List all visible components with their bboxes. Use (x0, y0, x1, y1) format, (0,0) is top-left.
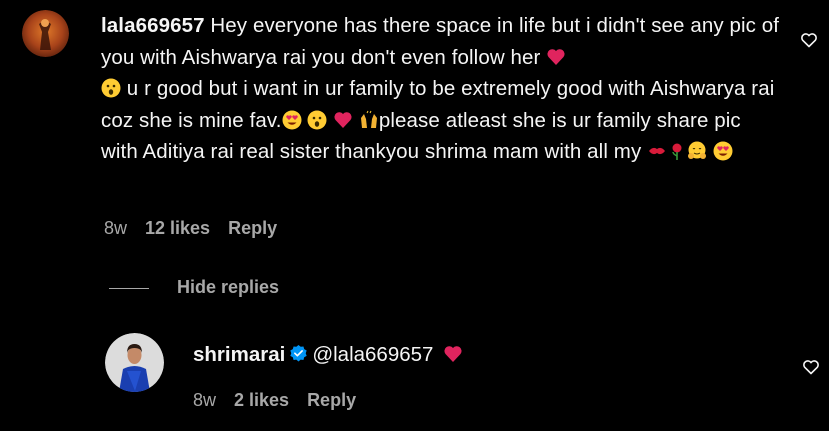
heart-eyes-emoji-icon (282, 110, 301, 130)
comment-body: lala669657 Hey everyone has there space … (101, 10, 781, 168)
comment-timestamp: 8w (104, 218, 128, 238)
commenter-avatar[interactable] (22, 10, 69, 57)
astonished-face-emoji-icon (101, 78, 121, 98)
red-heart-emoji-icon (334, 111, 352, 128)
hugging-face-emoji-icon (688, 141, 707, 160)
replier-avatar[interactable] (105, 333, 164, 392)
reply-timestamp: 8w (193, 390, 217, 410)
heart-eyes-emoji-icon (713, 141, 733, 161)
reply-mention-link[interactable]: @lala669657 (312, 343, 433, 366)
kiss-lips-emoji-icon (649, 148, 666, 155)
comment-like-heart-icon[interactable] (800, 31, 818, 49)
comment-username[interactable]: lala669657 (101, 14, 205, 37)
reply-body: shrimarai @lala669657 (193, 343, 463, 367)
thread-divider-line (109, 288, 149, 289)
reply-likes-count[interactable]: 2 likes (234, 390, 289, 410)
astonished-face-emoji-icon (307, 110, 327, 130)
verified-badge-icon (290, 344, 307, 362)
reply-meta: 8w 2 likes Reply (193, 390, 374, 411)
red-heart-emoji-icon (444, 346, 462, 362)
comment-reply-button[interactable]: Reply (228, 218, 277, 238)
comment-likes-count[interactable]: 12 likes (145, 218, 210, 238)
hide-replies-button[interactable]: Hide replies (177, 277, 279, 298)
rose-emoji-icon (672, 143, 682, 161)
reply-like-heart-icon[interactable] (802, 358, 820, 376)
comment-meta: 8w 12 likes Reply (104, 218, 295, 239)
red-heart-emoji-icon (547, 48, 565, 65)
reply-reply-button[interactable]: Reply (307, 390, 356, 410)
reply-username[interactable]: shrimarai (193, 343, 285, 366)
raising-hands-emoji-icon (360, 110, 377, 128)
